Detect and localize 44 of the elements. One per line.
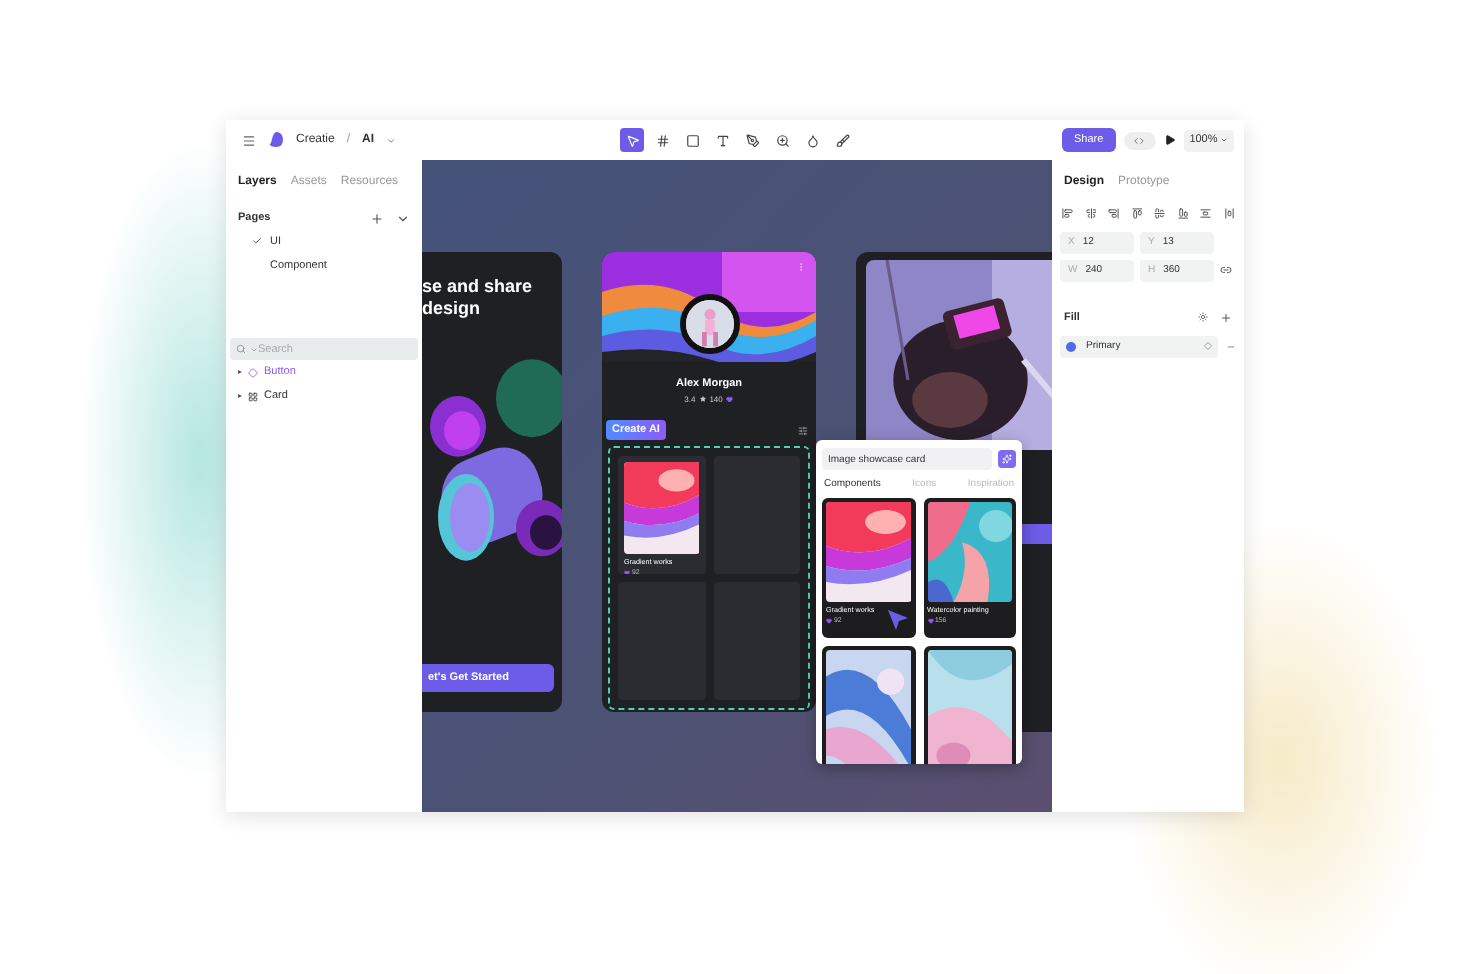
search-icon <box>236 344 246 354</box>
diamond-icon <box>1204 342 1212 350</box>
chevron-down-icon[interactable] <box>396 211 410 225</box>
brush-icon <box>835 133 849 147</box>
add-icon[interactable] <box>370 211 384 225</box>
code-icon <box>1134 135 1145 145</box>
logo-icon <box>268 132 284 148</box>
cursor-icon <box>886 608 910 632</box>
expand-arrow-icon[interactable] <box>238 394 242 398</box>
heart-icon <box>624 569 630 574</box>
droplet-icon <box>805 133 819 147</box>
menu-icon[interactable] <box>242 133 256 147</box>
pen-icon <box>745 133 759 147</box>
align-center-icon[interactable] <box>1085 208 1096 219</box>
text-icon <box>715 133 729 147</box>
play-icon[interactable] <box>1163 134 1176 146</box>
expand-arrow-icon[interactable] <box>238 370 242 374</box>
heart-icon <box>826 617 832 623</box>
align-bottom-icon[interactable] <box>1177 208 1188 219</box>
distribute-horizontal-icon[interactable] <box>1223 208 1234 219</box>
align-left-icon[interactable] <box>1062 208 1073 219</box>
zoom-icon <box>775 133 789 147</box>
component-card[interactable] <box>923 646 1016 764</box>
add-icon[interactable] <box>1220 311 1232 323</box>
align-middle-icon[interactable] <box>1154 208 1165 219</box>
diamond-icon <box>248 367 258 377</box>
filter-icon[interactable] <box>798 425 808 435</box>
generate-button[interactable] <box>998 450 1016 468</box>
pointer-icon <box>625 133 639 147</box>
grid-icon <box>248 391 258 401</box>
sparkle-icon <box>1002 454 1012 464</box>
star-icon <box>699 396 706 402</box>
distribute-vertical-icon[interactable] <box>1200 208 1211 219</box>
hash-icon <box>655 133 669 147</box>
onboarding-title: se and share design <box>422 274 535 320</box>
heart-icon <box>726 395 734 403</box>
square-icon <box>685 133 699 147</box>
check-icon <box>252 236 262 246</box>
align-right-icon[interactable] <box>1108 208 1119 219</box>
component-card[interactable] <box>822 646 915 764</box>
heart-icon <box>927 617 933 623</box>
move-tool-button[interactable] <box>620 128 644 152</box>
align-top-icon[interactable] <box>1131 208 1142 219</box>
link-icon[interactable] <box>1220 264 1232 276</box>
